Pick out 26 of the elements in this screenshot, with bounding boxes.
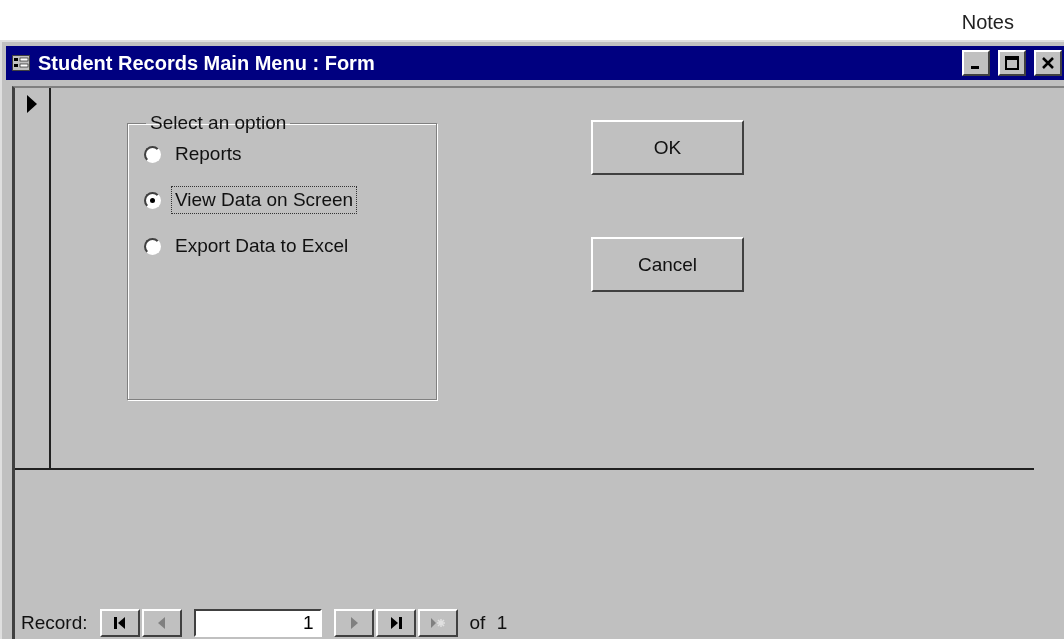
push-button[interactable]: OK — [591, 120, 744, 175]
close-button[interactable] — [1034, 50, 1062, 76]
maximize-icon — [1005, 56, 1019, 70]
notes-label: Notes — [961, 11, 1014, 35]
minimize-icon — [970, 66, 979, 69]
push-button[interactable]: Cancel — [591, 237, 744, 292]
form-icon — [12, 55, 30, 71]
record-count: of 1 — [469, 612, 508, 634]
current-record-icon — [26, 94, 38, 114]
option-label[interactable]: View Data on Screen — [171, 186, 358, 214]
record-nav-button[interactable] — [99, 609, 140, 637]
radio-button[interactable] — [144, 145, 161, 163]
new-record-icon — [429, 615, 446, 631]
record-nav-button[interactable] — [375, 609, 416, 637]
window-title: Student Records Main Menu : Form — [38, 51, 376, 75]
first-record-icon — [111, 615, 128, 631]
option-label[interactable]: Export Data to Excel — [171, 232, 353, 260]
radio-button[interactable] — [144, 237, 161, 255]
radio-button[interactable] — [144, 191, 161, 209]
record-number-field[interactable]: 1 — [193, 609, 322, 637]
maximize-button[interactable] — [998, 50, 1026, 76]
minimize-button[interactable] — [962, 50, 990, 76]
option-group-label: Select an option — [149, 112, 288, 134]
option-label[interactable]: Reports — [171, 140, 246, 168]
close-icon — [1041, 56, 1055, 70]
record-label: Record: — [21, 612, 88, 634]
